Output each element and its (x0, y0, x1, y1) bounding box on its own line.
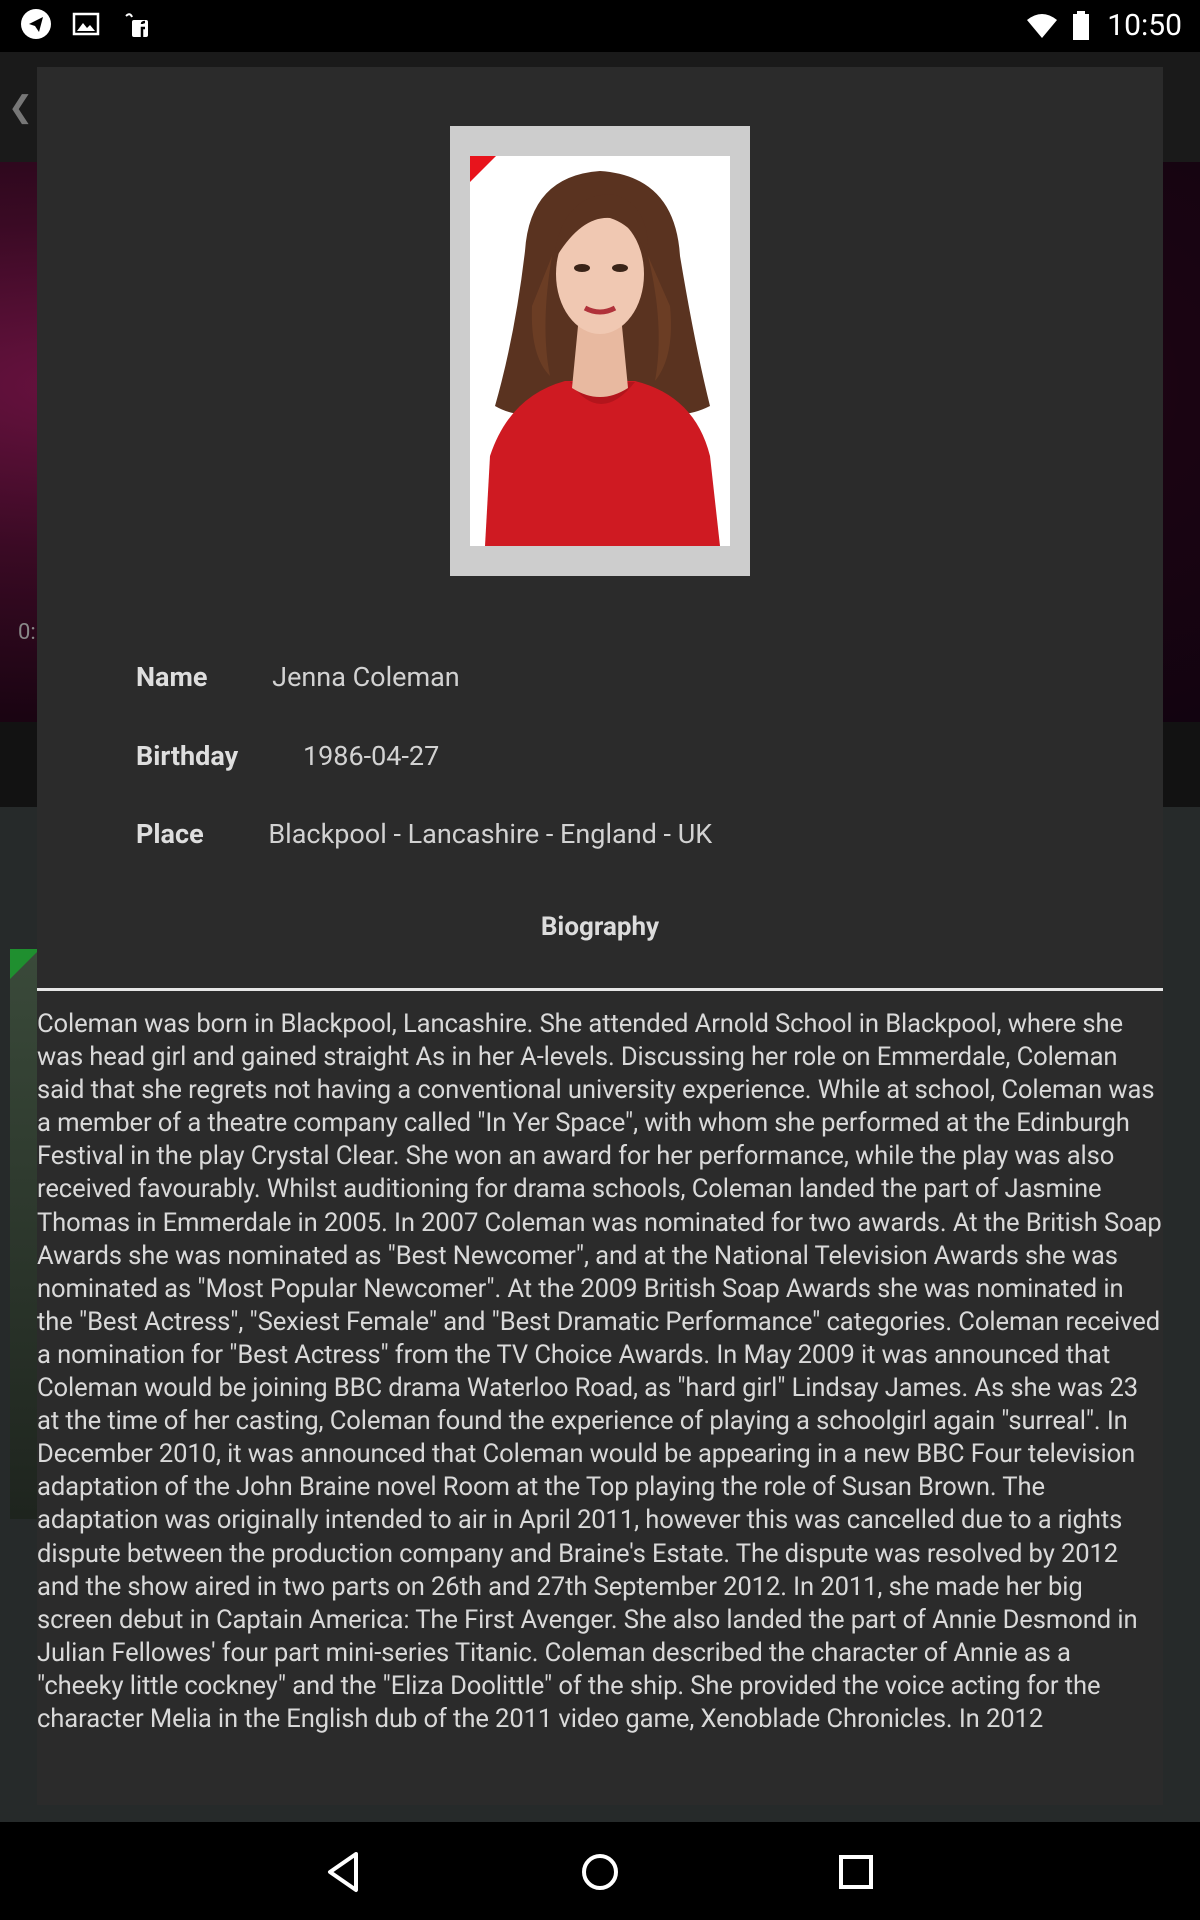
facebook-icon (120, 8, 152, 40)
home-icon[interactable] (572, 1844, 628, 1900)
status-bar: 10:50 (0, 0, 1200, 52)
name-label: Name (136, 661, 208, 693)
biography-divider (37, 988, 1163, 991)
telegram-icon (20, 8, 52, 40)
place-label: Place (136, 818, 204, 850)
photo-corner-marker (470, 156, 496, 182)
birthday-label: Birthday (136, 740, 239, 772)
actor-photo[interactable] (470, 156, 730, 546)
background-back-icon: ❮ (8, 90, 34, 125)
actor-photo-image (470, 156, 730, 546)
biography-text[interactable]: Coleman was born in Blackpool, Lancashir… (37, 1008, 1163, 1805)
recents-icon[interactable] (828, 1844, 884, 1900)
background-hero-time: 0: (18, 620, 36, 645)
birthday-row: Birthday 1986-04-27 (136, 740, 439, 772)
back-icon[interactable] (316, 1844, 372, 1900)
place-row: Place Blackpool - Lancashire - England -… (136, 818, 712, 850)
image-icon (70, 8, 102, 40)
actor-photo-frame (450, 126, 750, 576)
battery-icon (1071, 10, 1093, 42)
wifi-icon (1025, 10, 1058, 42)
name-row: Name Jenna Coleman (136, 661, 460, 693)
navigation-bar (0, 1822, 1200, 1920)
background-poster-marker (10, 949, 40, 979)
biography-heading: Biography (540, 912, 660, 942)
status-time: 10:50 (1107, 8, 1182, 43)
actor-detail-dialog: Name Jenna Coleman Birthday 1986-04-27 P… (37, 67, 1163, 1805)
name-value: Jenna Coleman (272, 661, 460, 693)
birthday-value: 1986-04-27 (302, 740, 440, 772)
place-value: Blackpool - Lancashire - England - UK (268, 818, 713, 850)
